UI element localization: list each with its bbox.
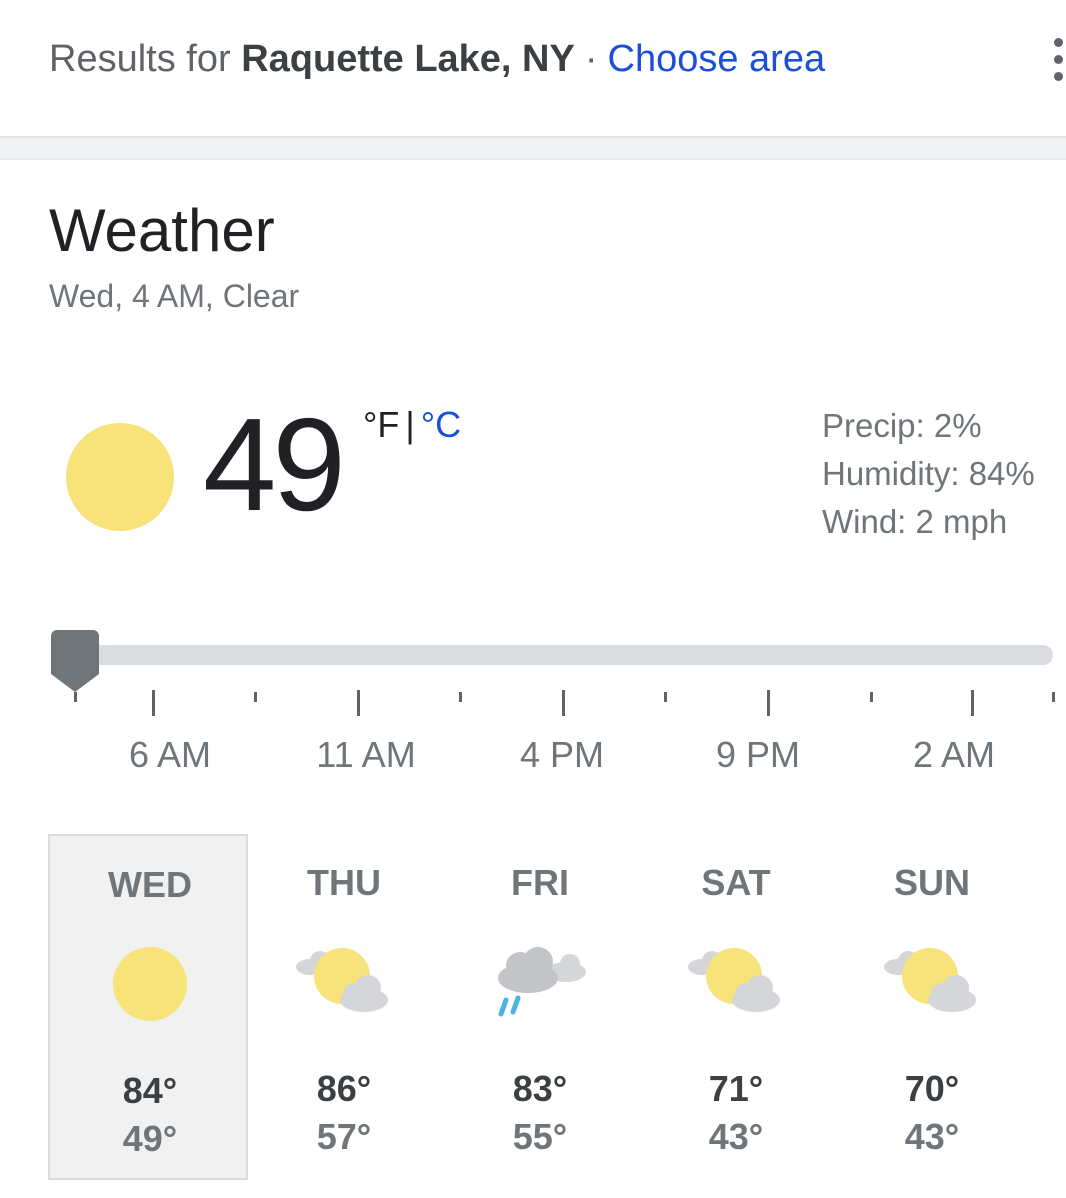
high-temp: 71° [708, 1068, 764, 1109]
separator-dot: · [584, 38, 598, 80]
day-name: THU [307, 862, 381, 903]
timeline-ticks [0, 690, 1066, 720]
low-temp: 43° [904, 1116, 960, 1157]
precip-value: Precip: 2% [822, 407, 982, 444]
forecast-day-fri[interactable]: FRI 83° 55° [440, 834, 640, 1180]
more-vert-icon[interactable] [1048, 38, 1066, 82]
high-temp: 84° [122, 1070, 178, 1111]
rain-cloud-icon [498, 947, 586, 1017]
weather-title: Weather [49, 197, 275, 264]
results-prefix: Results for [49, 38, 231, 80]
high-temp: 70° [904, 1068, 960, 1109]
high-temp: 86° [316, 1068, 372, 1109]
partly-cloudy-icon [296, 948, 388, 1012]
current-temperature: 49 [203, 391, 346, 538]
day-name: SAT [701, 862, 771, 903]
forecast-day-sat[interactable]: SAT 71° 43° [636, 834, 836, 1180]
weather-subtitle: Wed, 4 AM, Clear [49, 278, 300, 314]
low-temp: 55° [512, 1116, 568, 1157]
section-divider [0, 136, 1066, 160]
sun-icon [113, 947, 187, 1021]
partly-cloudy-icon [884, 948, 976, 1012]
forecast-day-wed[interactable]: WED 84° 49° [48, 834, 248, 1180]
celsius-unit-link[interactable]: °C [421, 404, 461, 445]
timeline-slider-handle[interactable] [51, 630, 99, 692]
day-name: FRI [511, 862, 569, 903]
low-temp: 43° [708, 1116, 764, 1157]
forecast-day-thu[interactable]: THU 86° 57° [244, 834, 444, 1180]
hour-label-2am: 2 AM [912, 734, 996, 775]
timeline-slider-track[interactable] [52, 645, 1053, 665]
choose-area-link[interactable]: Choose area [608, 38, 826, 80]
weather-details: Precip: 2% Humidity: 84% Wind: 2 mph [822, 402, 1035, 546]
unit-toggle: °F | °C [363, 404, 461, 446]
day-name: SUN [893, 862, 970, 903]
forecast-day-sun[interactable]: SUN 70° 43° [832, 834, 1032, 1180]
sun-icon [66, 423, 174, 531]
unit-separator: | [405, 404, 415, 445]
low-temp: 49° [122, 1118, 178, 1159]
hour-label-11am: 11 AM [316, 734, 416, 775]
results-header: Results for Raquette Lake, NY · Choose are… [0, 0, 1066, 136]
hour-label-6am: 6 AM [128, 734, 212, 775]
hour-label-4pm: 4 PM [519, 734, 605, 775]
daily-forecast: WED 84° 49° THU 86° 57° FRI 83° 55° SAT … [48, 834, 1066, 1184]
humidity-value: Humidity: 84% [822, 455, 1035, 492]
results-line: Results for Raquette Lake, NY · Choose are… [49, 38, 825, 81]
location-name: Raquette Lake, NY [241, 38, 575, 80]
high-temp: 83° [512, 1068, 568, 1109]
fahrenheit-unit[interactable]: °F [363, 404, 399, 445]
day-name: WED [108, 864, 192, 905]
hour-label-9pm: 9 PM [715, 734, 801, 775]
wind-value: Wind: 2 mph [822, 503, 1008, 540]
partly-cloudy-icon [688, 948, 780, 1012]
low-temp: 57° [316, 1116, 372, 1157]
